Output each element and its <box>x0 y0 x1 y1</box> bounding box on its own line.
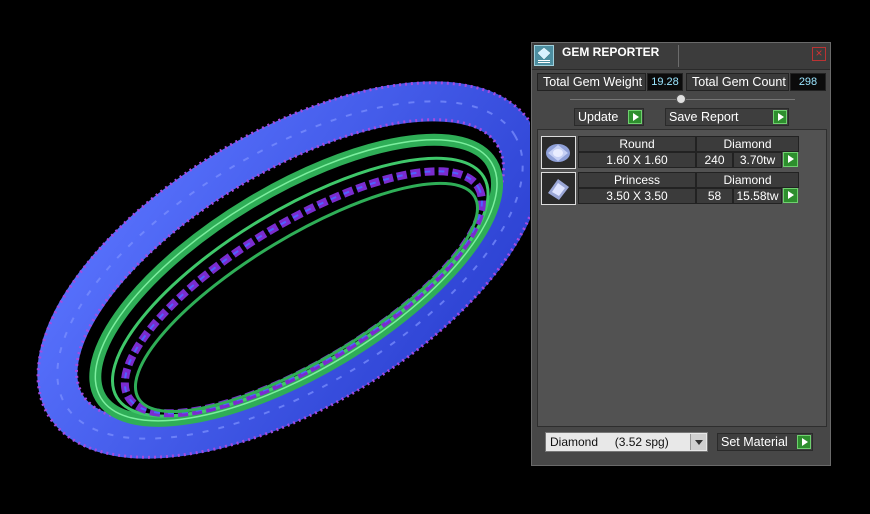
ring-model <box>36 81 544 459</box>
gem-material: Diamond <box>696 136 799 152</box>
play-arrow-icon <box>797 435 811 449</box>
round-gem-icon <box>541 136 576 169</box>
gem-row-go-icon[interactable] <box>783 188 798 203</box>
panel-title: GEM REPORTER <box>562 45 660 59</box>
material-select[interactable]: Diamond (3.52 spg) <box>545 432 708 452</box>
gem-list[interactable]: Round Diamond 1.60 X 1.60 240 3.70tw Pri… <box>537 129 827 427</box>
chevron-down-icon[interactable] <box>690 434 706 450</box>
save-report-button-label: Save Report <box>669 110 739 124</box>
gem-count: 58 <box>696 188 733 204</box>
gem-size: 1.60 X 1.60 <box>578 152 696 168</box>
set-material-button-label: Set Material <box>721 435 788 449</box>
title-divider <box>678 45 679 67</box>
save-report-button[interactable]: Save Report <box>665 108 789 126</box>
total-count-value: 298 <box>790 73 826 91</box>
gem-row-princess[interactable]: Princess Diamond 3.50 X 3.50 58 15.58tw <box>541 172 799 206</box>
set-material-button[interactable]: Set Material <box>717 433 813 451</box>
gem-material: Diamond <box>696 172 799 188</box>
update-button[interactable]: Update <box>574 108 644 126</box>
update-button-label: Update <box>578 110 619 124</box>
gem-row-round[interactable]: Round Diamond 1.60 X 1.60 240 3.70tw <box>541 136 799 170</box>
gem-count: 240 <box>696 152 733 168</box>
gem-weight: 15.58tw <box>733 188 782 204</box>
gem-reporter-panel: GEM REPORTER × Total Gem Weight 19.28 To… <box>531 42 831 466</box>
gem-shape: Round <box>578 136 696 152</box>
gem-weight: 3.70tw <box>733 152 782 168</box>
gem-size: 3.50 X 3.50 <box>578 188 696 204</box>
model-viewport[interactable] <box>0 0 544 509</box>
total-count-label: Total Gem Count <box>686 73 789 91</box>
play-arrow-icon <box>628 110 642 124</box>
total-weight-label: Total Gem Weight <box>537 73 646 91</box>
total-weight-value: 19.28 <box>647 73 683 91</box>
panel-splitter-handle[interactable] <box>676 94 686 104</box>
title-bar[interactable]: GEM REPORTER × <box>532 43 830 70</box>
gem-reporter-app-icon <box>534 45 554 66</box>
play-arrow-icon <box>773 110 787 124</box>
material-select-value: Diamond (3.52 spg) <box>550 435 669 449</box>
gem-shape: Princess <box>578 172 696 188</box>
gem-row-go-icon[interactable] <box>783 152 798 167</box>
close-button[interactable]: × <box>812 47 826 61</box>
princess-gem-icon <box>541 172 576 205</box>
